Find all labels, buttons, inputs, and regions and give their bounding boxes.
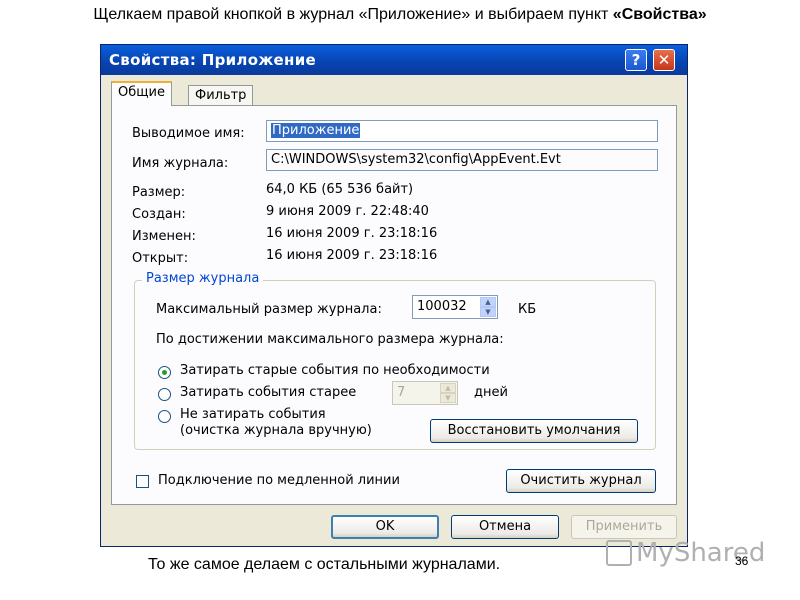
display-name-value: Приложение: [271, 123, 361, 138]
days-unit: дней: [474, 385, 508, 400]
properties-dialog: Свойства: Приложение ? ✕ Общие Фильтр Вы…: [100, 44, 688, 547]
radio-selected-dot: [162, 370, 167, 375]
modified-label: Изменен:: [132, 229, 196, 244]
cancel-button[interactable]: Отмена: [451, 515, 559, 539]
help-icon: ?: [631, 51, 641, 69]
clear-log-button[interactable]: Очистить журнал: [506, 469, 656, 493]
opened-value: 16 июня 2009 г. 23:18:16: [266, 248, 438, 263]
tab-general[interactable]: Общие: [111, 81, 172, 106]
slide-caption-bottom: То же самое делаем с остальными журналам…: [148, 556, 501, 573]
max-size-value: 100032: [417, 299, 467, 314]
log-size-group-title: Размер журнала: [142, 271, 264, 286]
close-button[interactable]: ✕: [653, 49, 675, 71]
created-value: 9 июня 2009 г. 22:48:40: [266, 204, 429, 219]
do-not-overwrite-label[interactable]: Не затирать события: [180, 407, 326, 422]
display-name-input[interactable]: Приложение: [266, 120, 658, 142]
tab-panel-general: Выводимое имя: Приложение Имя журнала: C…: [111, 105, 677, 505]
restore-defaults-button[interactable]: Восстановить умолчания: [430, 419, 638, 443]
slow-link-label[interactable]: Подключение по медленной линии: [158, 473, 400, 488]
slide-caption-top: Щелкаем правой кнопкой в журнал «Приложе…: [0, 6, 800, 24]
spin-up-icon: ▲: [440, 383, 456, 393]
log-name-field[interactable]: C:\WINDOWS\system32\config\AppEvent.Evt: [266, 149, 658, 171]
spin-up-icon[interactable]: ▲: [480, 297, 496, 307]
overwrite-as-needed-label[interactable]: Затирать старые события по необходимости: [180, 363, 490, 378]
close-icon: ✕: [657, 51, 671, 69]
tab-filter[interactable]: Фильтр: [188, 85, 254, 107]
do-not-overwrite-sublabel: (очистка журнала вручную): [180, 423, 372, 438]
overwrite-as-needed-radio[interactable]: [158, 366, 171, 379]
ok-button[interactable]: OK: [331, 515, 439, 539]
size-label: Размер:: [132, 185, 186, 200]
help-button[interactable]: ?: [625, 49, 647, 71]
overwrite-older-label[interactable]: Затирать события старее: [180, 385, 356, 400]
log-name-label: Имя журнала:: [132, 156, 229, 171]
opened-label: Открыт:: [132, 251, 189, 266]
spin-down-icon[interactable]: ▼: [480, 307, 496, 317]
size-value: 64,0 КБ (65 536 байт): [266, 182, 414, 197]
days-stepper[interactable]: 7 ▲ ▼: [392, 381, 458, 405]
spin-down-icon: ▼: [440, 393, 456, 403]
dialog-title: Свойства: Приложение: [109, 51, 316, 69]
log-name-value: C:\WINDOWS\system32\config\AppEvent.Evt: [271, 152, 561, 167]
caption-top-bold: «Свойства»: [612, 6, 707, 23]
created-label: Создан:: [132, 207, 186, 222]
days-spin-buttons: ▲ ▼: [440, 383, 456, 403]
myshared-logo-icon: [606, 540, 632, 566]
max-size-label: Максимальный размер журнала:: [156, 302, 382, 317]
slide-number: 36: [735, 554, 749, 568]
caption-top-text: Щелкаем правой кнопкой в журнал «Приложе…: [93, 6, 613, 23]
max-size-stepper[interactable]: 100032 ▲ ▼: [412, 295, 498, 319]
on-max-label: По достижении максимального размера журн…: [156, 332, 504, 347]
max-size-spin-buttons: ▲ ▼: [480, 297, 496, 317]
title-bar[interactable]: Свойства: Приложение ? ✕: [101, 45, 687, 75]
display-name-label: Выводимое имя:: [132, 126, 245, 141]
overwrite-older-radio[interactable]: [158, 388, 171, 401]
slow-link-checkbox[interactable]: [136, 475, 149, 488]
do-not-overwrite-radio[interactable]: [158, 410, 171, 423]
max-size-unit: КБ: [518, 302, 537, 317]
days-value: 7: [397, 385, 406, 400]
apply-button[interactable]: Применить: [571, 515, 677, 539]
modified-value: 16 июня 2009 г. 23:18:16: [266, 226, 438, 241]
